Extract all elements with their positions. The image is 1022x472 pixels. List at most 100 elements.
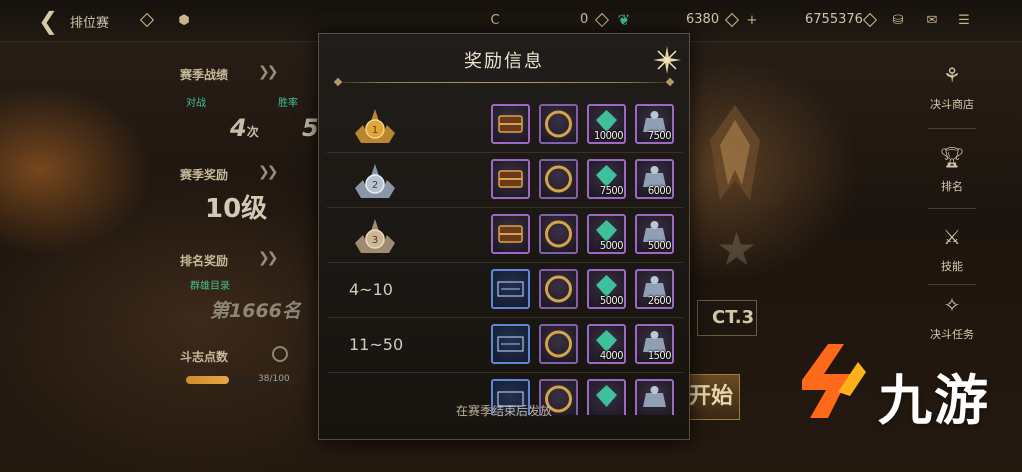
gold-ring-icon — [545, 220, 572, 248]
currency-3-value: 6755376 — [805, 12, 863, 27]
reward-slot[interactable]: 5000 — [587, 269, 626, 309]
reward-slot[interactable] — [491, 159, 530, 199]
magnifier-icon[interactable] — [272, 346, 288, 362]
reward-slot[interactable]: 1500 — [635, 324, 674, 364]
quest-icon: ✧ — [943, 293, 961, 317]
rank-position: 第1666名 — [210, 300, 301, 322]
rail-divider — [928, 208, 976, 209]
reward-row-rank-3: 3 5000 5000 — [327, 208, 683, 263]
reward-slot[interactable] — [539, 214, 578, 254]
rail-divider — [928, 128, 976, 129]
season-level: 10级 — [205, 194, 268, 224]
duel-points-label: 斗志点数 — [180, 350, 229, 364]
reward-quantity: 2600 — [647, 294, 672, 307]
reward-row-rank-1: 1 10000 7500 — [327, 98, 683, 153]
reward-quantity: 6000 — [647, 184, 672, 197]
reward-slot[interactable] — [539, 324, 578, 364]
reward-slot[interactable] — [491, 214, 530, 254]
title-divider — [329, 82, 679, 83]
reward-slot[interactable]: 10000 — [587, 104, 626, 144]
coin-pile-icon[interactable]: ⛁ — [888, 10, 908, 30]
reward-items: 5000 2600 — [491, 269, 674, 311]
event-badge-icon[interactable]: ⬢ — [167, 10, 201, 30]
matches-label: 对战 — [186, 98, 206, 109]
wins-count: 5 — [302, 114, 319, 142]
reward-quantity: 5000 — [647, 239, 672, 252]
reward-row-rank-2: 2 7500 6000 — [327, 153, 683, 208]
dialog-footer-note: 在赛季结束后发放 — [455, 404, 552, 418]
season-tag: CT.3 — [697, 300, 757, 336]
reward-items: 5000 5000 — [491, 214, 674, 256]
reward-row-rank-4-10: 4~10 5000 2600 — [327, 263, 683, 318]
c-token-icon: C — [490, 12, 500, 28]
currency-1-value: 0 — [580, 12, 589, 27]
reward-slot[interactable]: 5000 — [635, 214, 674, 254]
reward-slot[interactable]: 6000 — [635, 159, 674, 199]
rail-divider — [928, 284, 976, 285]
reward-row-rank-11-50: 11~50 4000 1500 — [327, 318, 683, 373]
reward-info-dialog: 奖励信息 1 10000 7500 2 7500 6000 3 5000 500… — [318, 33, 690, 440]
gold-ring-icon — [545, 330, 572, 358]
rail-ranking-label: 排名 — [941, 180, 963, 193]
add-currency-icon[interactable]: + — [742, 10, 762, 30]
reward-slot[interactable]: 5000 — [587, 214, 626, 254]
treasure-chest-icon — [498, 225, 523, 243]
duel-points-progress: 38/100 — [258, 374, 290, 384]
reward-slot[interactable] — [491, 324, 530, 364]
season-reward-expand-icon[interactable]: ❯❯ — [258, 164, 279, 180]
reward-items: 10000 7500 — [491, 104, 674, 146]
winrate-label: 胜率 — [278, 98, 298, 109]
gold-ring-icon — [545, 110, 572, 138]
reward-slot[interactable] — [491, 269, 530, 309]
season-reward-label: 赛季奖励 — [180, 168, 229, 182]
matches-unit: 次 — [246, 125, 259, 139]
rail-duel-shop[interactable]: ⚘ 决斗商店 — [924, 60, 980, 112]
close-icon[interactable] — [652, 45, 682, 75]
season-emblem-icon — [710, 105, 760, 200]
reward-slot[interactable] — [491, 104, 530, 144]
reward-slot[interactable]: 2600 — [635, 269, 674, 309]
reward-quantity: 7500 — [647, 129, 672, 142]
matches-count: 4次 — [230, 114, 259, 142]
reward-slot[interactable]: 4000 — [587, 324, 626, 364]
diamond-icon — [722, 10, 742, 30]
chat-icon[interactable]: ☰ — [954, 10, 974, 30]
reward-slot[interactable]: 7500 — [587, 159, 626, 199]
season-record-expand-icon[interactable]: ❯❯ — [258, 64, 279, 80]
rank-reward-label: 排名奖励 — [180, 254, 229, 268]
medal-number: 1 — [372, 125, 378, 136]
watermark-text: 九游 — [878, 369, 990, 432]
reward-slot[interactable] — [539, 269, 578, 309]
reward-slot[interactable]: 7500 — [635, 104, 674, 144]
gold-ring-icon — [545, 275, 572, 303]
diamond-icon — [592, 10, 612, 30]
rank-emblem-icon[interactable] — [137, 10, 157, 30]
mail-icon[interactable]: ✉ — [922, 10, 942, 30]
rank-reward-expand-icon[interactable]: ❯❯ — [258, 250, 279, 266]
reward-quantity: 4000 — [599, 349, 624, 362]
reward-quantity: 7500 — [599, 184, 624, 197]
reward-quantity: 1500 — [647, 349, 672, 362]
reward-items: 4000 1500 — [491, 324, 674, 366]
back-arrow-icon[interactable]: ❮ — [34, 8, 62, 36]
rail-skills-label: 技能 — [941, 260, 963, 273]
green-leaf-icon: ❦ — [617, 11, 631, 29]
shop-bag-icon: ⚘ — [943, 63, 961, 87]
gold-medal-icon: 1 — [355, 109, 395, 143]
screen-title: 排位赛 — [70, 16, 110, 31]
treasure-chest-icon — [498, 170, 523, 188]
diamond-icon — [860, 10, 880, 30]
medal-number: 3 — [372, 235, 378, 246]
reward-slot[interactable] — [539, 159, 578, 199]
reward-slot[interactable] — [539, 104, 578, 144]
currency-2-value: 6380 — [686, 12, 720, 27]
reward-quantity: 5000 — [599, 239, 624, 252]
sword-icon: ⚔ — [943, 225, 961, 249]
rail-skills[interactable]: ⚔ 技能 — [924, 222, 980, 274]
title-card-icon — [497, 281, 524, 297]
reward-list[interactable]: 1 10000 7500 2 7500 6000 3 5000 5000 4~1… — [327, 98, 683, 415]
dialog-title: 奖励信息 — [464, 51, 544, 72]
rank-range: 11~50 — [349, 335, 404, 354]
rail-ranking[interactable]: 🏆︎ 排名 — [924, 142, 980, 194]
reward-quantity: 10000 — [594, 129, 623, 142]
